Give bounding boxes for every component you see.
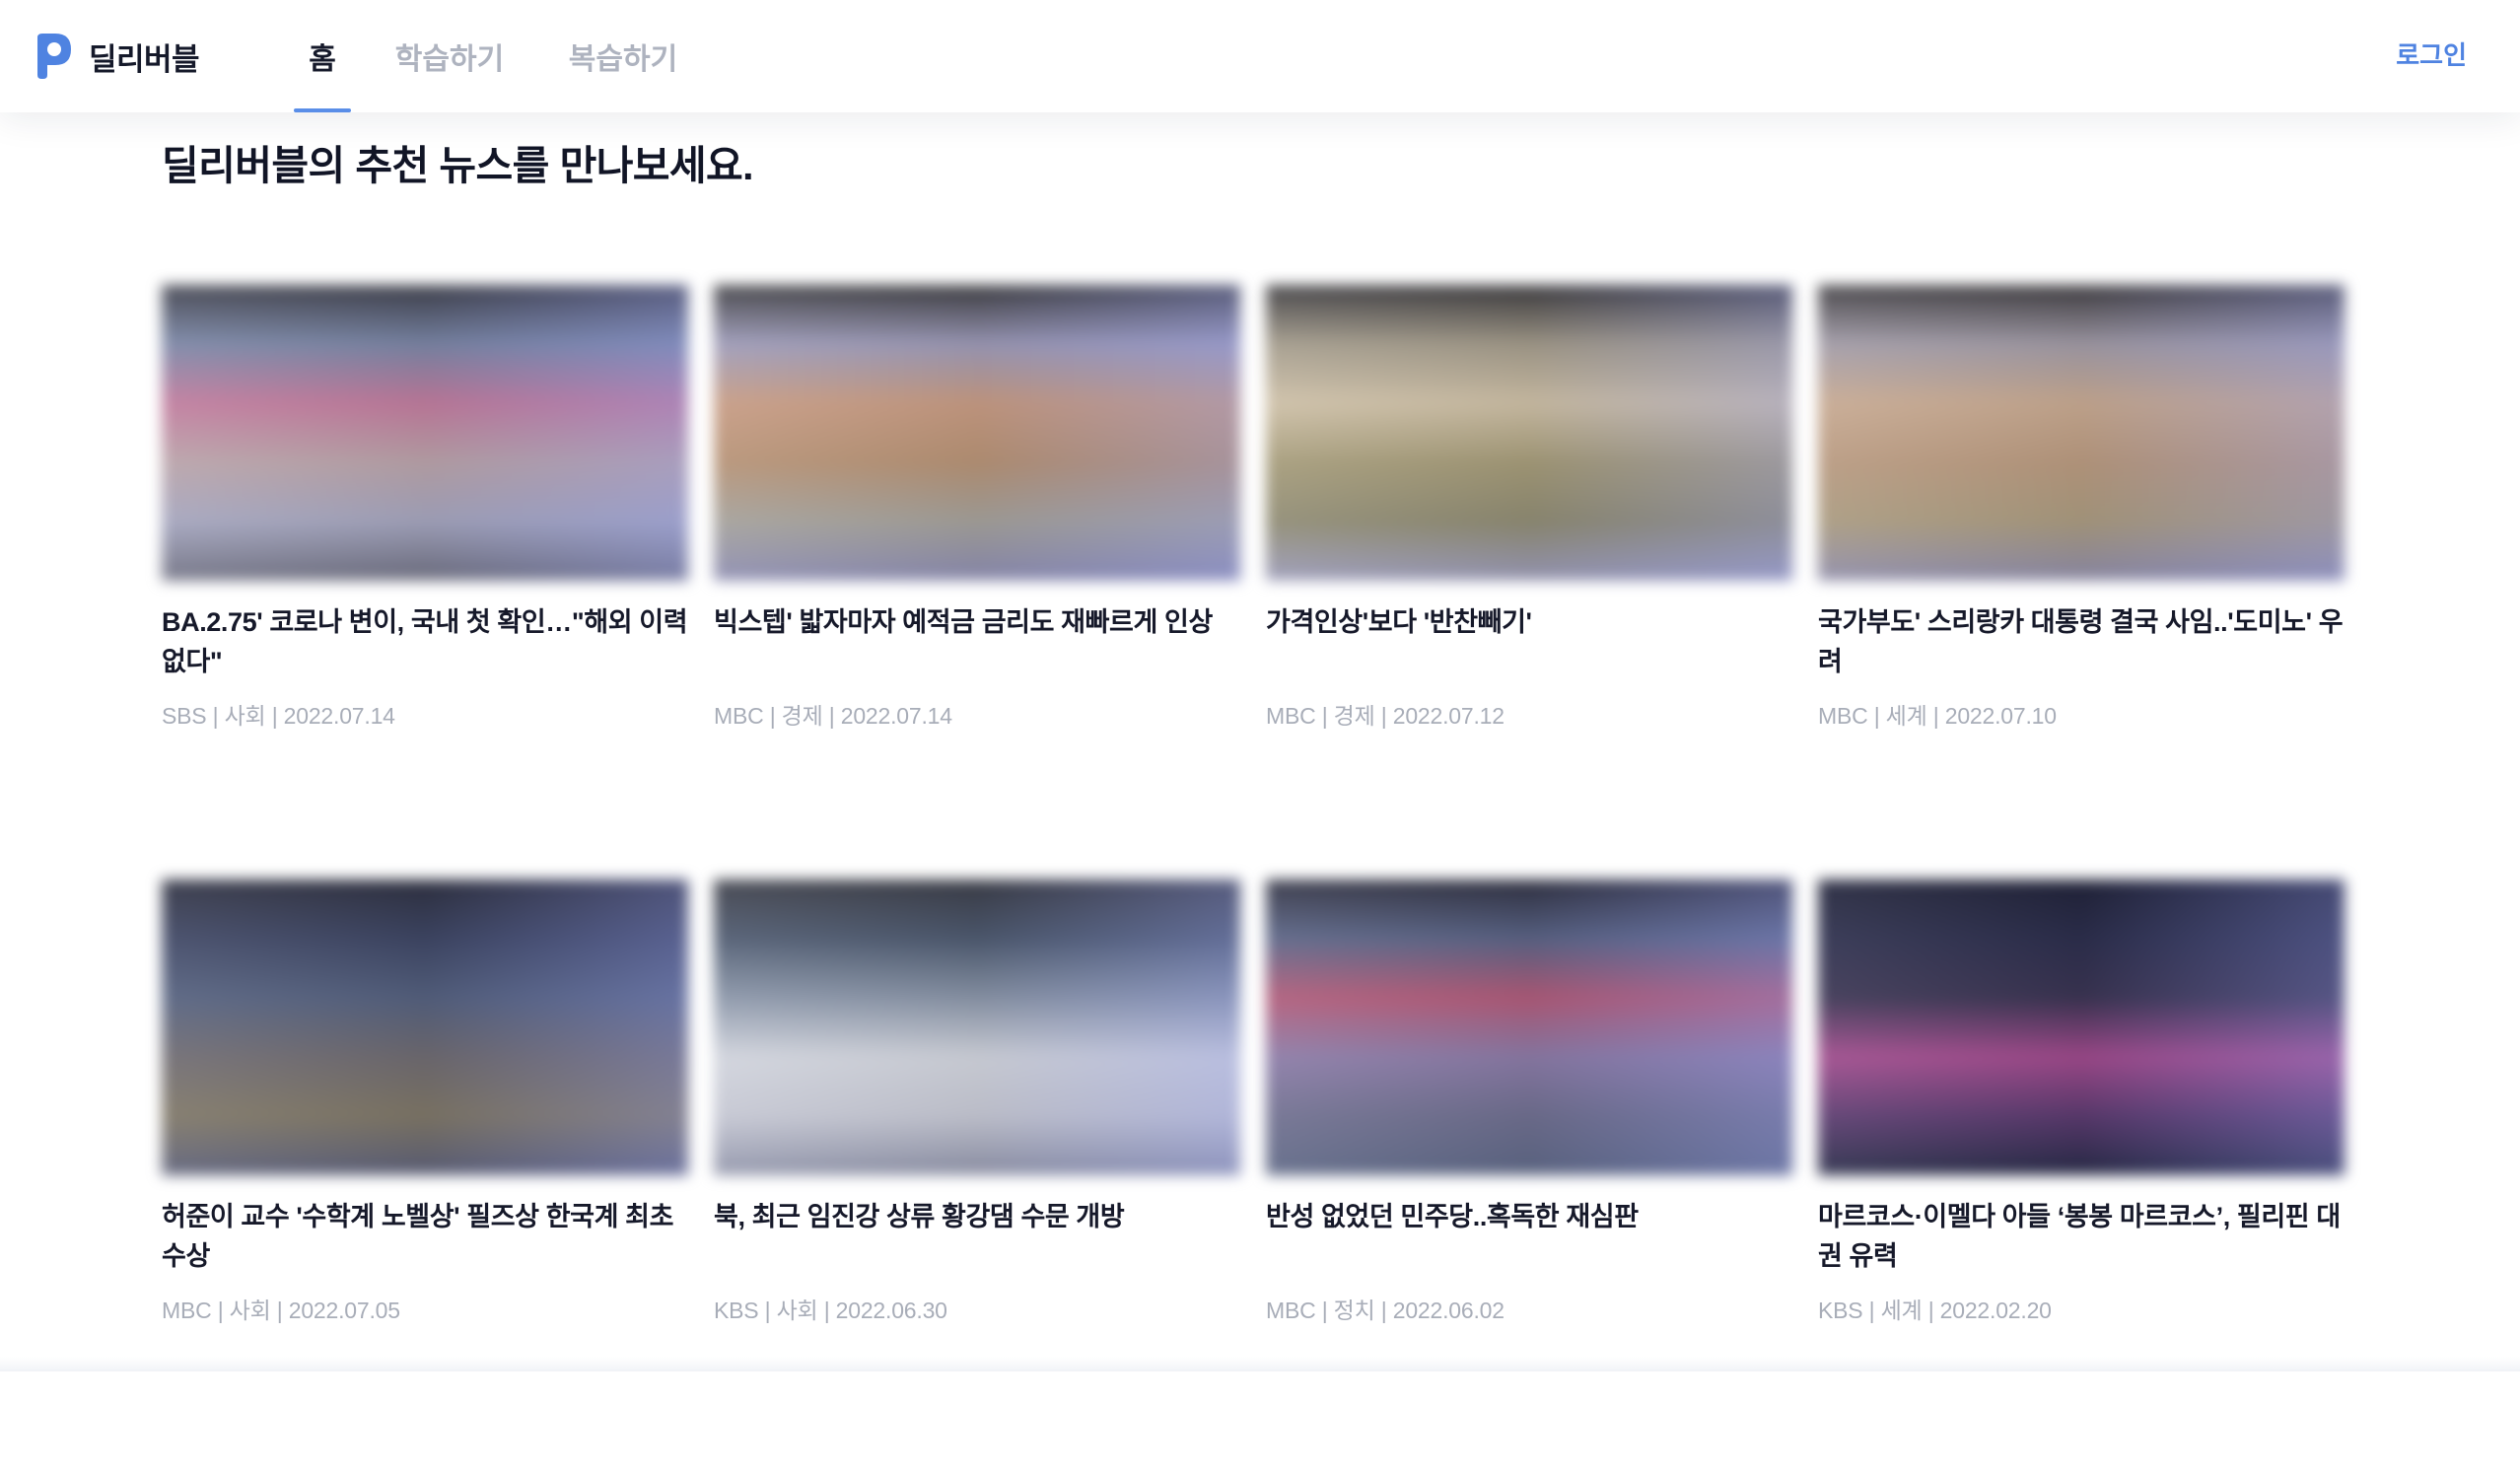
logo-p-icon [37, 34, 71, 79]
news-card[interactable]: 반성 없었던 민주당..혹독한 재심판 MBC | 정치 | 2022.06.0… [1266, 879, 1792, 1474]
news-thumbnail [1266, 879, 1792, 1175]
news-card[interactable]: 빅스텝' 밟자마자 예적금 금리도 재빠르게 인상 MBC | 경제 | 202… [714, 285, 1240, 879]
news-thumbnail [714, 285, 1240, 581]
news-title[interactable]: 빅스텝' 밟자마자 예적금 금리도 재빠르게 인상 [714, 602, 1240, 681]
news-card[interactable]: 마르코스·이멜다 아들 ‘봉봉 마르코스’, 필리핀 대권 유력 KBS | 세… [1818, 879, 2345, 1474]
news-grid: BA.2.75' 코로나 변이, 국내 첫 확인…"해외 이력 없다" SBS … [162, 285, 2346, 1474]
thumbnail-overlay [1266, 879, 1792, 1175]
news-title[interactable]: 마르코스·이멜다 아들 ‘봉봉 마르코스’, 필리핀 대권 유력 [1818, 1197, 2345, 1276]
news-card[interactable]: BA.2.75' 코로나 변이, 국내 첫 확인…"해외 이력 없다" SBS … [162, 285, 688, 879]
nav-review-tab[interactable]: 복습하기 [568, 0, 678, 112]
news-title[interactable]: 국가부도' 스리랑카 대통령 결국 사임..'도미노' 우려 [1818, 602, 2345, 681]
brand-name: 딜리버블 [89, 41, 200, 77]
thumbnail-overlay [714, 285, 1240, 581]
news-title[interactable]: 허준이 교수 '수학계 노벨상' 필즈상 한국계 최초 수상 [162, 1197, 688, 1276]
news-thumbnail [714, 879, 1240, 1175]
news-thumbnail [1266, 285, 1792, 581]
thumbnail-overlay [162, 285, 688, 581]
news-title[interactable]: 북, 최근 임진강 상류 황강댐 수문 개방 [714, 1197, 1240, 1276]
top-navigation-bar: 딜리버블 홈 학습하기 복습하기 로그인 [0, 0, 2520, 112]
news-card[interactable]: 국가부도' 스리랑카 대통령 결국 사임..'도미노' 우려 MBC | 세계 … [1818, 285, 2345, 879]
news-meta: MBC | 경제 | 2022.07.12 [1266, 703, 1505, 729]
page-bottom-edge [0, 1357, 2520, 1371]
news-meta: MBC | 정치 | 2022.06.02 [1266, 1298, 1505, 1323]
thumbnail-overlay [1818, 879, 2345, 1175]
news-title[interactable]: 가격인상'보다 '반찬빼기' [1266, 602, 1792, 681]
page-title: 딜리버블의 추천 뉴스를 만나보세요. [162, 143, 754, 188]
brand-logo[interactable]: 딜리버블 [34, 32, 200, 81]
thumbnail-overlay [162, 879, 688, 1175]
news-meta: KBS | 사회 | 2022.06.30 [714, 1298, 947, 1323]
news-card[interactable]: 허준이 교수 '수학계 노벨상' 필즈상 한국계 최초 수상 MBC | 사회 … [162, 879, 688, 1474]
nav-home-tab[interactable]: 홈 [292, 0, 353, 112]
news-meta: MBC | 사회 | 2022.07.05 [162, 1298, 400, 1323]
news-thumbnail [162, 285, 688, 581]
main-nav: 홈 학습하기 복습하기 [292, 0, 678, 112]
news-meta: SBS | 사회 | 2022.07.14 [162, 703, 395, 729]
nav-study-tab[interactable]: 학습하기 [394, 0, 505, 112]
news-title[interactable]: BA.2.75' 코로나 변이, 국내 첫 확인…"해외 이력 없다" [162, 602, 688, 681]
news-thumbnail [1818, 285, 2345, 581]
news-thumbnail [162, 879, 688, 1175]
news-meta: MBC | 세계 | 2022.07.10 [1818, 703, 2057, 729]
news-card[interactable]: 가격인상'보다 '반찬빼기' MBC | 경제 | 2022.07.12 [1266, 285, 1792, 879]
thumbnail-overlay [1266, 285, 1792, 581]
news-meta: KBS | 세계 | 2022.02.20 [1818, 1298, 2052, 1323]
news-title[interactable]: 반성 없었던 민주당..혹독한 재심판 [1266, 1197, 1792, 1276]
login-link[interactable]: 로그인 [2396, 35, 2467, 72]
news-card[interactable]: 북, 최근 임진강 상류 황강댐 수문 개방 KBS | 사회 | 2022.0… [714, 879, 1240, 1474]
news-meta: MBC | 경제 | 2022.07.14 [714, 703, 952, 729]
news-thumbnail [1818, 879, 2345, 1175]
thumbnail-overlay [1818, 285, 2345, 581]
thumbnail-overlay [714, 879, 1240, 1175]
